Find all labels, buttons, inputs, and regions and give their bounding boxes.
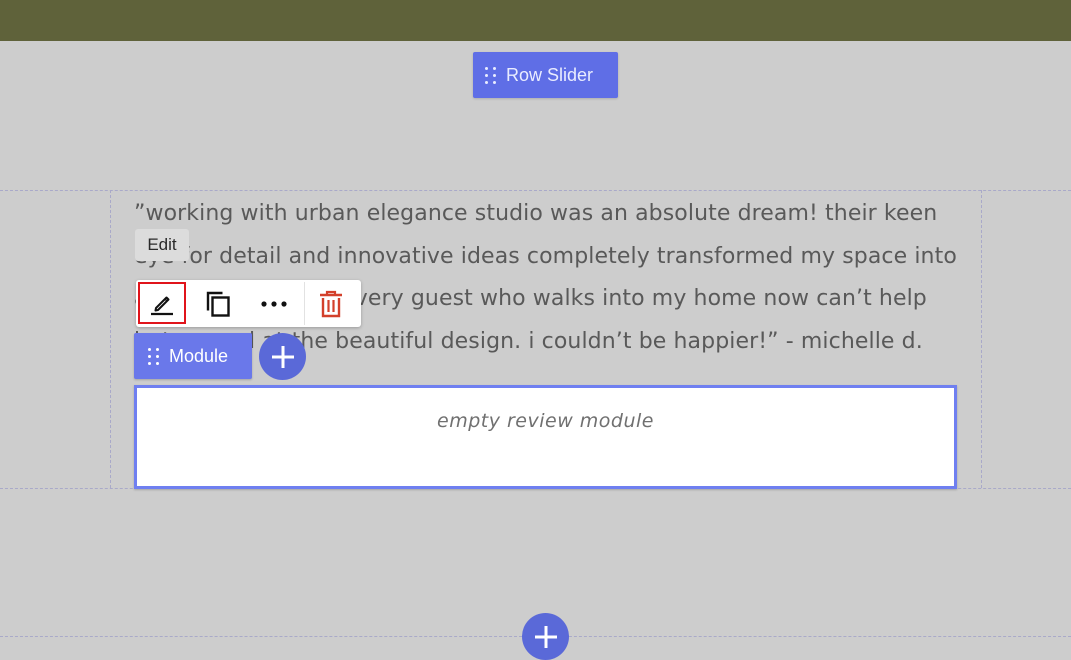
empty-module-placeholder: empty review module — [437, 410, 654, 432]
plus-icon — [534, 625, 557, 648]
more-options-button[interactable] — [249, 280, 299, 327]
module-label: Module — [169, 345, 229, 366]
add-module-button[interactable] — [259, 333, 306, 380]
column-left-border — [110, 190, 111, 488]
row-slider-button[interactable]: Row Slider — [473, 52, 618, 98]
column-right-border — [981, 190, 982, 488]
testimonial-line: ”working with urban elegance studio was … — [134, 201, 938, 226]
pencil-icon — [151, 296, 173, 316]
testimonial-line: eye for detail and innovative ideas comp… — [134, 243, 957, 269]
row-label: Row Slider — [506, 64, 594, 85]
more-horizontal-icon — [261, 300, 287, 307]
row-top-border — [0, 190, 1071, 191]
top-bar — [0, 0, 1071, 41]
testimonial-text: ”working with urban elegance studio was … — [134, 193, 964, 363]
toolbar-divider — [304, 282, 305, 325]
plus-icon — [271, 345, 294, 368]
duplicate-button[interactable] — [193, 280, 243, 327]
edit-tooltip: Edit — [135, 229, 189, 261]
module-button[interactable]: Module — [134, 333, 252, 379]
edit-button[interactable] — [138, 282, 186, 324]
module-toolbar — [136, 280, 361, 327]
add-row-button[interactable] — [522, 613, 569, 660]
delete-button[interactable] — [306, 280, 356, 327]
trash-icon — [320, 290, 342, 317]
drag-handle-icon[interactable] — [148, 347, 160, 365]
drag-handle-icon[interactable] — [485, 66, 497, 84]
copy-icon — [206, 291, 230, 317]
review-module[interactable]: empty review module — [134, 385, 957, 489]
